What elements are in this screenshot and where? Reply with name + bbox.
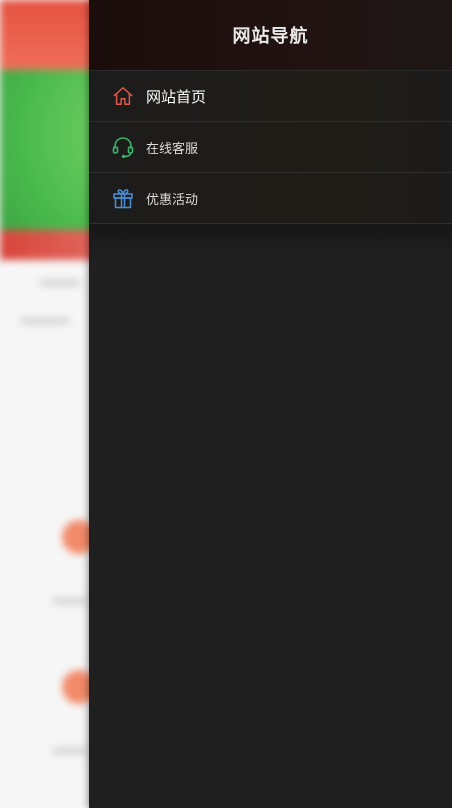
- background-text-line: [40, 280, 80, 286]
- background-text-line: [52, 598, 88, 604]
- headset-icon: [111, 135, 135, 159]
- background-text-line: [52, 748, 88, 754]
- drawer-header: 网站导航: [89, 0, 452, 71]
- menu-item-home[interactable]: 网站首页: [89, 71, 452, 122]
- menu-item-label: 优惠活动: [146, 191, 199, 207]
- drawer-shadow: [89, 224, 452, 254]
- gift-icon: [111, 186, 135, 210]
- menu-item-customer-service[interactable]: 在线客服: [89, 122, 452, 173]
- home-icon: [111, 84, 135, 108]
- drawer-menu: 网站首页 在线客服 优惠活动: [89, 71, 452, 224]
- background-text-line: [20, 318, 70, 324]
- menu-item-label: 网站首页: [146, 88, 207, 106]
- menu-item-label: 在线客服: [146, 140, 199, 156]
- navigation-drawer: 网站导航 网站首页 在线客服 优惠活动: [89, 0, 452, 808]
- drawer-title: 网站导航: [232, 26, 309, 46]
- menu-item-promotions[interactable]: 优惠活动: [89, 173, 452, 224]
